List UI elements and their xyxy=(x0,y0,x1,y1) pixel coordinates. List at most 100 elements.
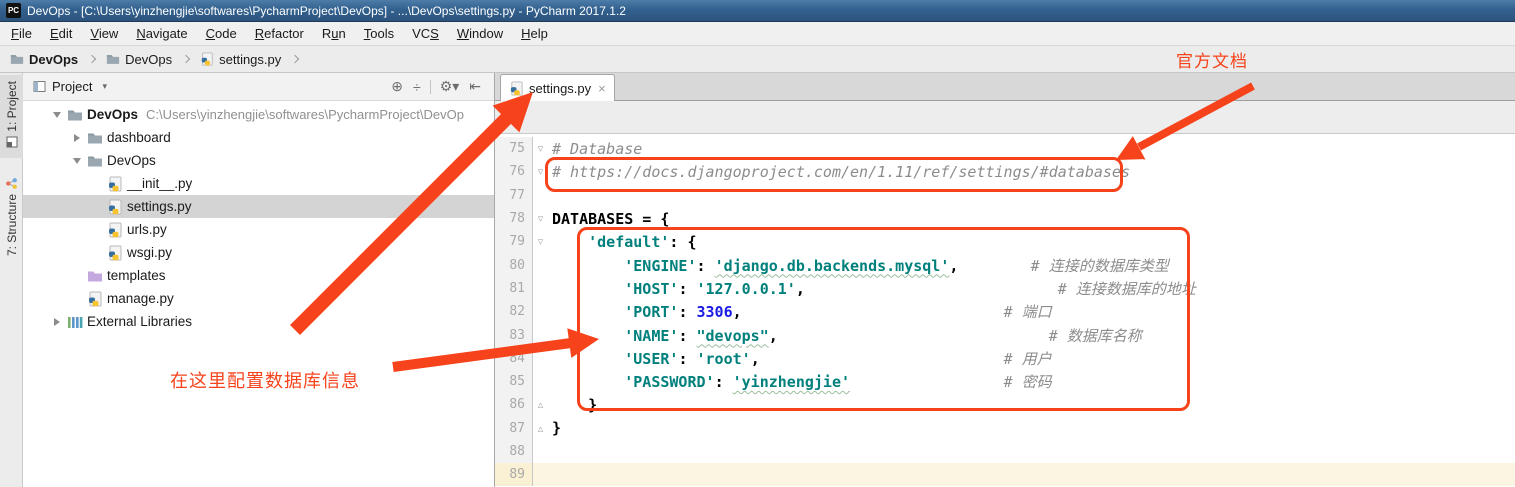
menu-tools[interactable]: Tools xyxy=(355,26,403,41)
code-line-81[interactable]: 81 'HOST': '127.0.0.1', # 连接数据库的地址 xyxy=(495,277,1515,300)
menu-file[interactable]: File xyxy=(2,26,41,41)
fold-down-icon[interactable]: ▿ xyxy=(533,212,548,225)
collapsed-arrow-icon[interactable] xyxy=(69,134,85,142)
line-number[interactable]: 80 xyxy=(495,253,533,276)
line-number[interactable]: 82 xyxy=(495,300,533,323)
tree-item-label: manage.py xyxy=(107,291,174,306)
code-line-85[interactable]: 85 'PASSWORD': 'yinzhengjie' # 密码 xyxy=(495,370,1515,393)
tree-item-settings-py[interactable]: settings.py xyxy=(23,195,494,218)
chevron-right-icon xyxy=(88,55,96,63)
code-line-86[interactable]: 86▵ } xyxy=(495,393,1515,416)
code-line-77[interactable]: 77 xyxy=(495,184,1515,207)
menu-vcs[interactable]: VCS xyxy=(403,26,448,41)
line-number[interactable]: 83 xyxy=(495,323,533,346)
code-line-89[interactable]: 89 xyxy=(495,463,1515,486)
tree-item-urls-py[interactable]: urls.py xyxy=(23,218,494,241)
code-line-80[interactable]: 80 'ENGINE': 'django.db.backends.mysql',… xyxy=(495,253,1515,276)
breadcrumb-item-devops[interactable]: DevOps xyxy=(8,52,80,67)
code-line-84[interactable]: 84 'USER': 'root', # 用户 xyxy=(495,347,1515,370)
menu-navigate[interactable]: Navigate xyxy=(127,26,196,41)
project-panel-header: Project ▾ ⊕÷ ⚙▾⇤ xyxy=(23,73,494,101)
code-line-83[interactable]: 83 'NAME': "devops", # 数据库名称 xyxy=(495,323,1515,346)
line-number[interactable]: 85 xyxy=(495,370,533,393)
tree-item-manage-py[interactable]: manage.py xyxy=(23,287,494,310)
chevron-down-icon[interactable]: ▾ xyxy=(102,81,107,92)
tool-project-icon xyxy=(6,136,18,148)
menu-run[interactable]: Run xyxy=(313,26,355,41)
breadcrumb: DevOps DevOps settings.py xyxy=(0,46,1515,73)
code-line-78[interactable]: 78▿DATABASES = { xyxy=(495,207,1515,230)
code-line-76[interactable]: 76▿# https://docs.djangoproject.com/en/1… xyxy=(495,160,1515,183)
line-number[interactable]: 88 xyxy=(495,440,533,463)
code-text: 'NAME': "devops", # 数据库名称 xyxy=(548,325,1142,346)
fold-down-icon[interactable]: ▿ xyxy=(533,235,548,248)
window-title: DevOps - [C:\Users\yinzhengjie\softwares… xyxy=(27,4,626,18)
folder-templates-icon xyxy=(85,268,105,284)
left-tool-stripe: 1: Project 7: Structure xyxy=(0,73,23,487)
tree-item-label: __init__.py xyxy=(127,176,192,191)
code-text: 'HOST': '127.0.0.1', # 连接数据库的地址 xyxy=(548,278,1196,299)
locate-icon[interactable]: ⊕ xyxy=(386,78,408,95)
tree-item-label: templates xyxy=(107,268,166,283)
expanded-arrow-icon[interactable] xyxy=(49,112,65,118)
tool-button-structure[interactable]: 7: Structure xyxy=(0,173,23,262)
code-line-75[interactable]: 75▿# Database xyxy=(495,137,1515,160)
fold-up-icon[interactable]: ▵ xyxy=(533,422,548,435)
expanded-arrow-icon[interactable] xyxy=(69,158,85,164)
fold-up-icon[interactable]: ▵ xyxy=(533,398,548,411)
code-area[interactable]: 75▿# Database76▿# https://docs.djangopro… xyxy=(495,134,1515,487)
menu-window[interactable]: Window xyxy=(448,26,512,41)
project-panel-title[interactable]: Project xyxy=(52,79,92,94)
tree-item-label: External Libraries xyxy=(87,314,192,329)
collapse-all-icon[interactable]: ÷ xyxy=(408,79,426,95)
editor-breadcrumb-band xyxy=(495,101,1515,134)
menu-code[interactable]: Code xyxy=(197,26,246,41)
tree-item-external-libraries[interactable]: External Libraries xyxy=(23,310,494,333)
folder-icon xyxy=(106,52,120,66)
line-number[interactable]: 78 xyxy=(495,207,533,230)
tool-structure-icon xyxy=(5,177,18,190)
line-number[interactable]: 89 xyxy=(495,463,533,486)
line-number[interactable]: 86 xyxy=(495,393,533,416)
menu-edit[interactable]: Edit xyxy=(41,26,81,41)
settings-gear-icon[interactable]: ⚙▾ xyxy=(435,78,465,95)
project-panel: Project ▾ ⊕÷ ⚙▾⇤ DevOpsC:\Users\yinzhengj… xyxy=(23,73,495,487)
tree-item-dashboard[interactable]: dashboard xyxy=(23,126,494,149)
line-number[interactable]: 87 xyxy=(495,417,533,440)
hide-panel-icon[interactable]: ⇤ xyxy=(464,78,486,95)
tool-button-project[interactable]: 1: Project xyxy=(0,75,23,158)
breadcrumb-item-settings-py[interactable]: settings.py xyxy=(198,52,283,67)
line-number[interactable]: 77 xyxy=(495,184,533,207)
title-bar: PC DevOps - [C:\Users\yinzhengjie\softwa… xyxy=(0,0,1515,22)
code-line-87[interactable]: 87▵} xyxy=(495,417,1515,440)
line-number[interactable]: 84 xyxy=(495,347,533,370)
code-text: } xyxy=(548,396,597,414)
line-number[interactable]: 79 xyxy=(495,230,533,253)
code-line-88[interactable]: 88 xyxy=(495,440,1515,463)
editor-tab-bar: settings.py × xyxy=(495,73,1515,101)
python-file-icon xyxy=(509,81,524,96)
menu-refactor[interactable]: Refactor xyxy=(246,26,313,41)
tree-item-devops[interactable]: DevOpsC:\Users\yinzhengjie\softwares\Pyc… xyxy=(23,103,494,126)
close-tab-icon[interactable]: × xyxy=(598,81,606,96)
tab-settings-py[interactable]: settings.py × xyxy=(500,74,615,101)
code-text: 'PORT': 3306, # 端口 xyxy=(548,301,1052,322)
code-line-79[interactable]: 79▿ 'default': { xyxy=(495,230,1515,253)
collapsed-arrow-icon[interactable] xyxy=(49,318,65,326)
tree-item-devops[interactable]: DevOps xyxy=(23,149,494,172)
menu-help[interactable]: Help xyxy=(512,26,557,41)
fold-down-icon[interactable]: ▿ xyxy=(533,142,548,155)
code-text: 'USER': 'root', # 用户 xyxy=(548,348,1052,369)
fold-down-icon[interactable]: ▿ xyxy=(533,165,548,178)
code-text: # https://docs.djangoproject.com/en/1.11… xyxy=(548,163,1130,181)
breadcrumb-item-devops[interactable]: DevOps xyxy=(104,52,174,67)
menu-view[interactable]: View xyxy=(81,26,127,41)
line-number[interactable]: 81 xyxy=(495,277,533,300)
line-number[interactable]: 76 xyxy=(495,160,533,183)
line-number[interactable]: 75 xyxy=(495,137,533,160)
code-line-82[interactable]: 82 'PORT': 3306, # 端口 xyxy=(495,300,1515,323)
tree-item-wsgi-py[interactable]: wsgi.py xyxy=(23,241,494,264)
tab-label: settings.py xyxy=(529,81,591,96)
tree-item--init-py[interactable]: __init__.py xyxy=(23,172,494,195)
tree-item-templates[interactable]: templates xyxy=(23,264,494,287)
